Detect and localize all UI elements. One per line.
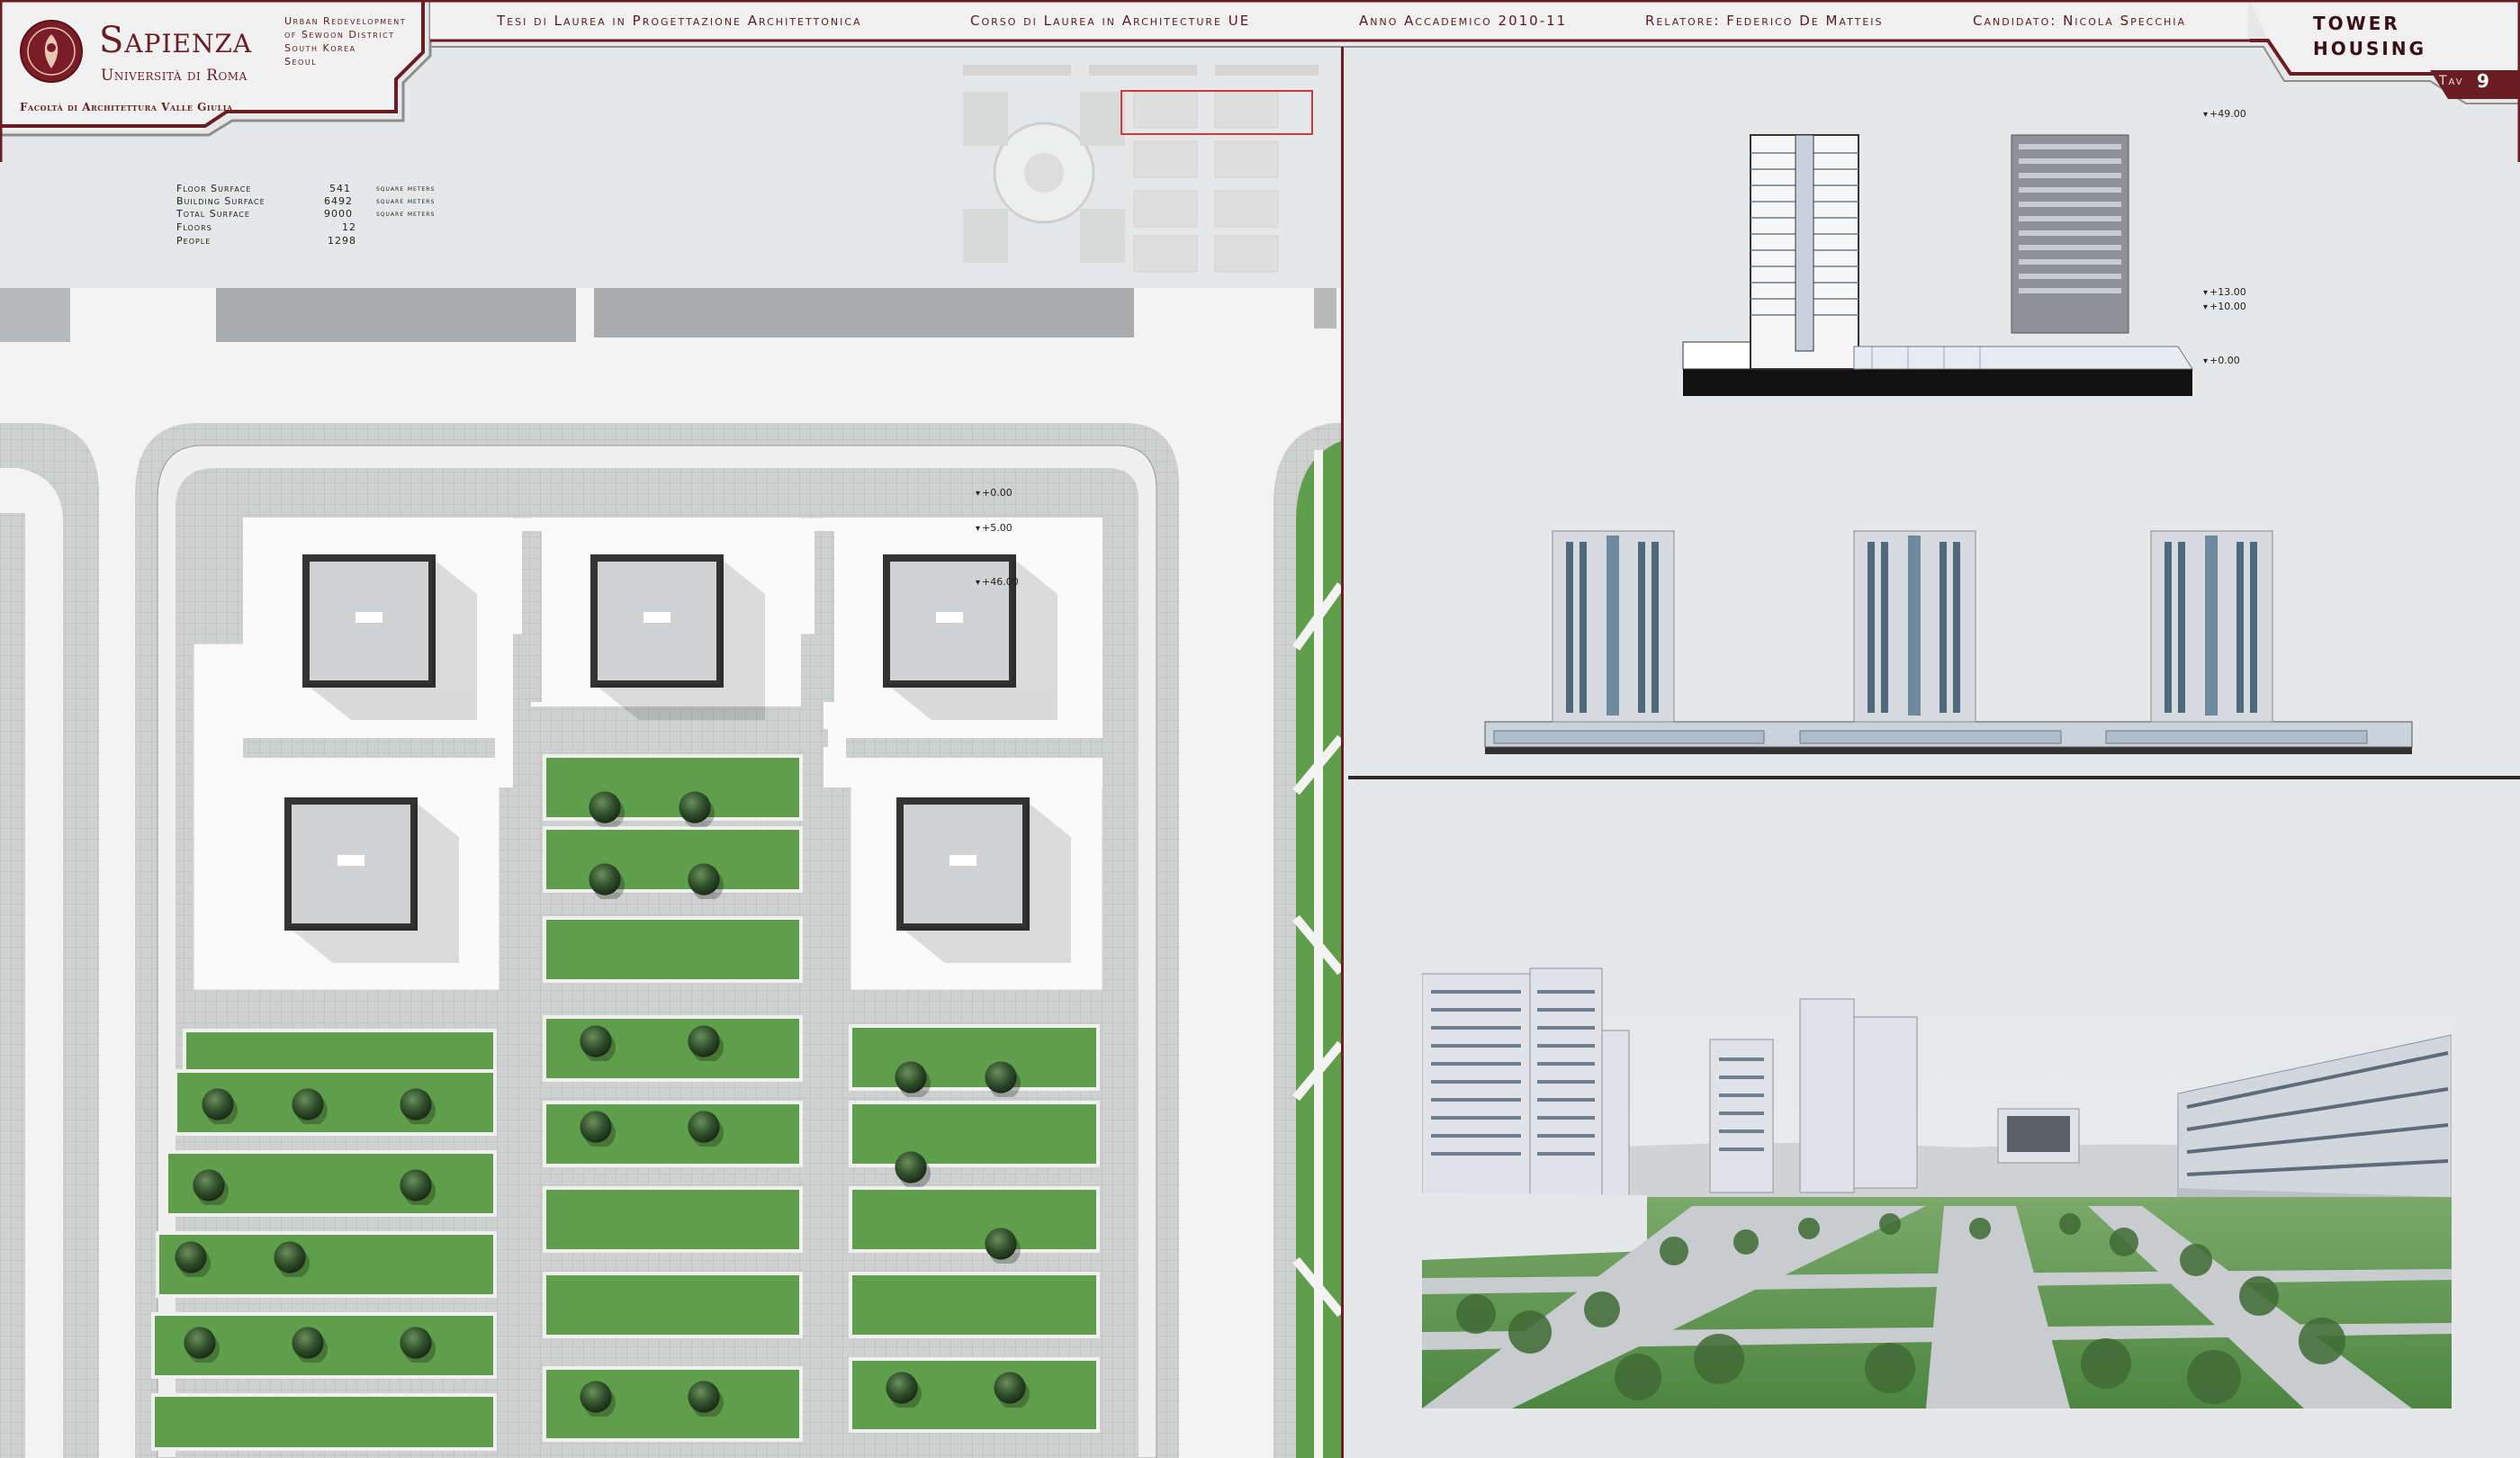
stat-value: 12 <box>342 221 356 233</box>
stat-unit: square meters <box>376 197 436 206</box>
section-level-label: +49.00 <box>2203 108 2246 120</box>
stat-value: 9000 <box>324 208 353 220</box>
plan-level-label: +5.00 <box>976 522 1012 534</box>
faculty-name: Facoltà di Architettura Valle Giulia <box>20 101 233 113</box>
plan-level-label: +0.00 <box>976 487 1012 499</box>
section-level-label: +13.00 <box>2203 286 2246 298</box>
site-plan <box>0 288 1341 1458</box>
sheet-title-line2: Housing <box>2313 38 2426 59</box>
perspective-render <box>1422 954 2452 1408</box>
plan-level-label: +46.00 <box>976 576 1019 588</box>
tav-label: Tav <box>2439 74 2464 88</box>
stat-label: Total Surface <box>176 208 250 220</box>
section-level-label: +0.00 <box>2203 355 2240 366</box>
stat-label: Floors <box>176 221 212 233</box>
project-line-2: of Sewoon District <box>284 29 395 40</box>
project-line-4: Seoul <box>284 56 318 68</box>
stat-label: People <box>176 235 212 247</box>
course-label: Corso di Laurea in Architecture UE <box>970 13 1251 29</box>
sheet-title-line1: Tower <box>2313 13 2400 34</box>
thesis-label: Tesi di Laurea in Progettazione Architet… <box>497 13 862 29</box>
stat-value: 1298 <box>328 235 356 247</box>
year-label: Anno Accademico 2010-11 <box>1359 13 1568 29</box>
sapienza-seal-logo <box>20 20 83 83</box>
stat-value: 6492 <box>324 195 353 207</box>
university-subtitle: Università di Roma <box>101 67 248 85</box>
front-elevation-drawing <box>1484 530 2413 754</box>
key-map-highlight <box>1120 90 1313 135</box>
stat-value: 541 <box>329 183 351 194</box>
university-name: Sapienza <box>99 20 253 61</box>
project-line-1: Urban Redevelopment <box>284 15 407 27</box>
advisor-label: Relatore: Federico De Matteis <box>1645 13 1884 29</box>
presentation-board: Sapienza Università di Roma Facoltà di A… <box>0 0 2520 1458</box>
stat-label: Building Surface <box>176 195 266 207</box>
section-level-label: +10.00 <box>2203 301 2246 312</box>
tav-number: 9 <box>2477 70 2491 92</box>
stat-unit: square meters <box>376 210 436 219</box>
tower-section-drawing <box>1682 134 2193 396</box>
horizontal-divider <box>1348 776 2520 779</box>
stat-label: Floor Surface <box>176 183 252 194</box>
candidate-label: Candidato: Nicola Specchia <box>1973 13 2187 29</box>
project-line-3: South Korea <box>284 42 356 54</box>
vertical-divider <box>1341 47 1344 1458</box>
stat-unit: square meters <box>376 184 436 194</box>
